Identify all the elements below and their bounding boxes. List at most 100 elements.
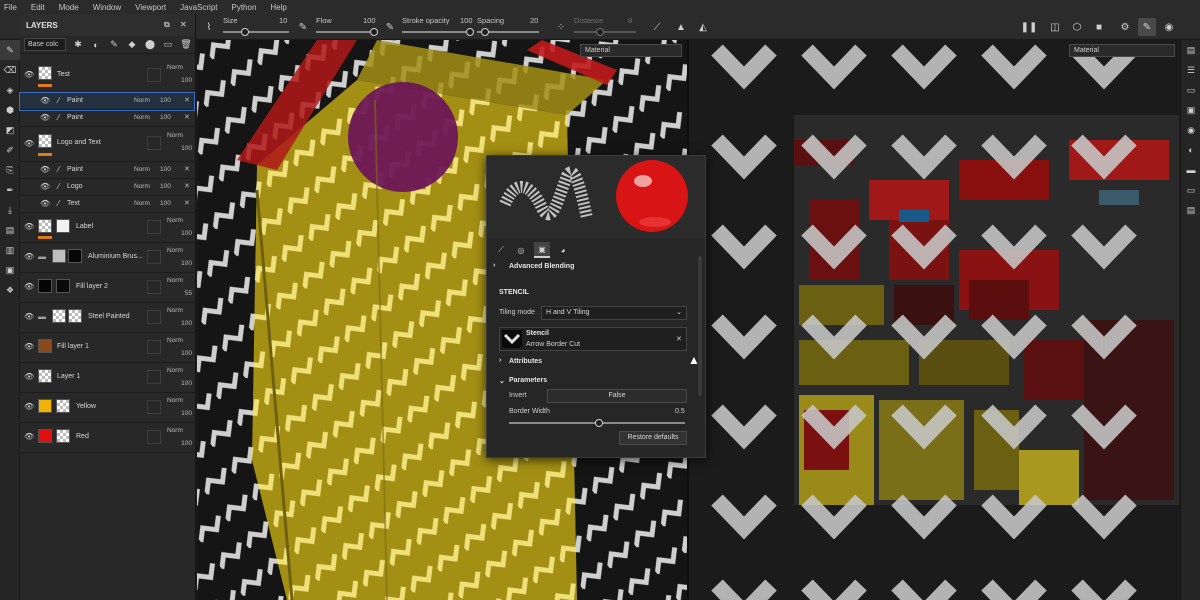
spacing-value[interactable]: 20 — [530, 16, 538, 25]
layers-panel-icon[interactable]: ☰ — [1181, 60, 1200, 80]
visibility-eye-icon[interactable]: 👁 — [40, 199, 50, 208]
visibility-eye-icon[interactable]: 👁 — [24, 252, 34, 261]
border-width-slider[interactable] — [509, 419, 685, 427]
spacing-slider-handle[interactable] — [481, 28, 489, 36]
layer-row-fill-layer-1[interactable]: 👁 Fill layer 1 Norm 100 — [20, 333, 196, 363]
distance-value[interactable]: 8 — [628, 16, 632, 25]
distance-slider-handle[interactable] — [596, 28, 604, 36]
layer-row-aluminium[interactable]: 👁 ▬ Aluminium Brus... Norm 100 — [20, 243, 196, 273]
mirror-icon[interactable]: ▲ — [672, 18, 690, 36]
layer-row-paint-2[interactable]: 👁 ⁄ Paint Norm 100 ✕ — [20, 162, 196, 179]
visibility-eye-icon[interactable]: 👁 — [40, 165, 50, 174]
stencil-resource-slot[interactable]: Stencil Arrow Border Cut ✕ — [499, 327, 687, 351]
menu-mode[interactable]: Mode — [59, 3, 79, 12]
menu-edit[interactable]: Edit — [31, 3, 45, 12]
parameters-chevron-icon[interactable]: ⌄ — [499, 377, 505, 385]
attributes-header[interactable]: Attributes — [509, 358, 542, 365]
layer-row-paint[interactable]: 👁 ⁄ Paint Norm 100 ✕ — [20, 110, 196, 127]
remove-icon[interactable]: ✕ — [184, 113, 190, 121]
viewer-settings-icon[interactable]: ◐ — [1181, 140, 1200, 160]
flow-slider-handle[interactable] — [370, 28, 378, 36]
mirror-alt-icon[interactable]: ◭ — [694, 18, 712, 36]
close-panel-icon[interactable]: ✕ — [180, 20, 187, 29]
add-mask-icon[interactable]: ◐ — [90, 40, 102, 50]
stroke-opacity-slider-handle[interactable] — [466, 28, 474, 36]
add-folder-icon[interactable]: ▭ — [162, 39, 174, 50]
texture-set-list-icon[interactable]: ▤ — [1181, 40, 1200, 60]
properties-panel-icon[interactable]: ▭ — [1181, 80, 1200, 100]
paint-mode-icon[interactable]: ✎ — [1138, 18, 1156, 36]
material-tab-icon[interactable]: ◕ — [555, 242, 571, 258]
blend-mode[interactable]: Norm — [167, 217, 183, 224]
layer-opacity[interactable]: 55 — [176, 290, 192, 297]
menu-viewport[interactable]: Viewport — [135, 3, 166, 12]
geometry-fill-icon[interactable]: ⬢ — [0, 100, 20, 120]
visibility-eye-icon[interactable]: 👁 — [24, 139, 34, 148]
stencil-tab-icon[interactable]: ▣ — [534, 242, 550, 258]
layer-row-label[interactable]: 👁 Label Norm 100 — [20, 213, 196, 243]
tiling-mode-select[interactable]: H and V Tiling ⌄ — [541, 306, 687, 320]
size-slider[interactable] — [223, 28, 289, 36]
add-paint-layer-icon[interactable]: ✎ — [108, 39, 120, 50]
remove-icon[interactable]: ✕ — [184, 199, 190, 207]
parameters-header[interactable]: Parameters — [509, 377, 547, 384]
layer-opacity[interactable]: 100 — [176, 260, 192, 267]
stroke-opacity-value[interactable]: 100 — [460, 16, 473, 25]
display-mode-icon[interactable]: ◫ — [1046, 18, 1064, 36]
layer-opacity[interactable]: 100 — [176, 77, 192, 84]
menu-window[interactable]: Window — [93, 3, 121, 12]
shelf-icon[interactable]: ▥ — [0, 240, 20, 260]
advanced-blending-header[interactable]: Advanced Blending — [509, 263, 574, 270]
layer-opacity[interactable]: 100 — [160, 183, 171, 190]
pause-icon[interactable]: ❚❚ — [1020, 18, 1038, 36]
visibility-eye-icon[interactable]: 👁 — [24, 432, 34, 441]
smudge-tool-icon[interactable]: ✐ — [0, 140, 20, 160]
viewport-2d-channel-select[interactable]: Material — [1069, 44, 1175, 57]
visibility-eye-icon[interactable]: 👁 — [24, 70, 34, 79]
layer-opacity[interactable]: 100 — [176, 440, 192, 447]
visibility-eye-icon[interactable]: 👁 — [24, 222, 34, 231]
visibility-eye-icon[interactable]: 👁 — [24, 312, 34, 321]
clone-tool-icon[interactable]: ⎘ — [0, 160, 20, 180]
menu-file[interactable]: File — [4, 3, 17, 12]
polygon-fill-icon[interactable]: ◩ — [0, 120, 20, 140]
popout-icon[interactable]: ⧉ — [164, 20, 170, 30]
layer-opacity[interactable]: 100 — [176, 320, 192, 327]
bake-tool-icon[interactable]: ⤓ — [0, 200, 20, 220]
restore-defaults-button[interactable]: Restore defaults — [619, 431, 687, 445]
menu-python[interactable]: Python — [232, 3, 257, 12]
layer-opacity[interactable]: 100 — [176, 350, 192, 357]
flow-slider[interactable] — [316, 28, 378, 36]
projection-tool-icon[interactable]: ◈ — [0, 80, 20, 100]
blend-mode[interactable]: Norm — [134, 166, 150, 173]
pressure-size-icon[interactable]: ✎ — [294, 18, 312, 36]
add-fill-layer-icon[interactable]: ◆ — [126, 39, 138, 50]
viewer-icon[interactable]: ❖ — [0, 280, 20, 300]
blend-mode[interactable]: Norm — [134, 97, 150, 104]
stroke-opacity-slider[interactable] — [402, 28, 474, 36]
size-value[interactable]: 10 — [279, 16, 287, 25]
attributes-chevron-icon[interactable]: › — [499, 357, 501, 364]
border-width-value[interactable]: 0.5 — [675, 408, 685, 415]
layer-row-paint-selected[interactable]: 👁 ⁄ Paint Norm 100 ✕ — [19, 92, 195, 111]
layer-row-fill-layer-2[interactable]: 👁 Fill layer 2 Norm 55 — [20, 273, 196, 303]
paint-tool-icon[interactable]: ✎ — [0, 40, 20, 60]
distance-slider[interactable] — [574, 28, 636, 36]
brush-tab-icon[interactable]: ⟋ — [493, 242, 509, 258]
layer-opacity[interactable]: 100 — [176, 145, 192, 152]
layer-row-logo[interactable]: 👁 ⁄ Logo Norm 100 ✕ — [20, 179, 196, 196]
alpha-tab-icon[interactable]: ◎ — [513, 242, 529, 258]
visibility-eye-icon[interactable]: 👁 — [40, 113, 50, 122]
visibility-eye-icon[interactable]: 👁 — [24, 342, 34, 351]
blend-mode[interactable]: Norm — [167, 277, 183, 284]
layer-opacity[interactable]: 100 — [160, 166, 171, 173]
menu-javascript[interactable]: JavaScript — [180, 3, 217, 12]
lazy-mouse-icon[interactable]: ⁘ — [552, 18, 570, 36]
add-effect-icon[interactable]: ✱ — [72, 39, 84, 50]
history-icon[interactable]: ▬ — [1181, 160, 1200, 180]
visibility-eye-icon[interactable]: 👁 — [24, 402, 34, 411]
visibility-eye-icon[interactable]: 👁 — [24, 282, 34, 291]
visibility-eye-icon[interactable]: 👁 — [40, 96, 50, 105]
viewport-3d-channel-select[interactable]: Material — [580, 44, 682, 57]
layer-row-test[interactable]: 👁 Test Norm 100 — [20, 60, 196, 93]
